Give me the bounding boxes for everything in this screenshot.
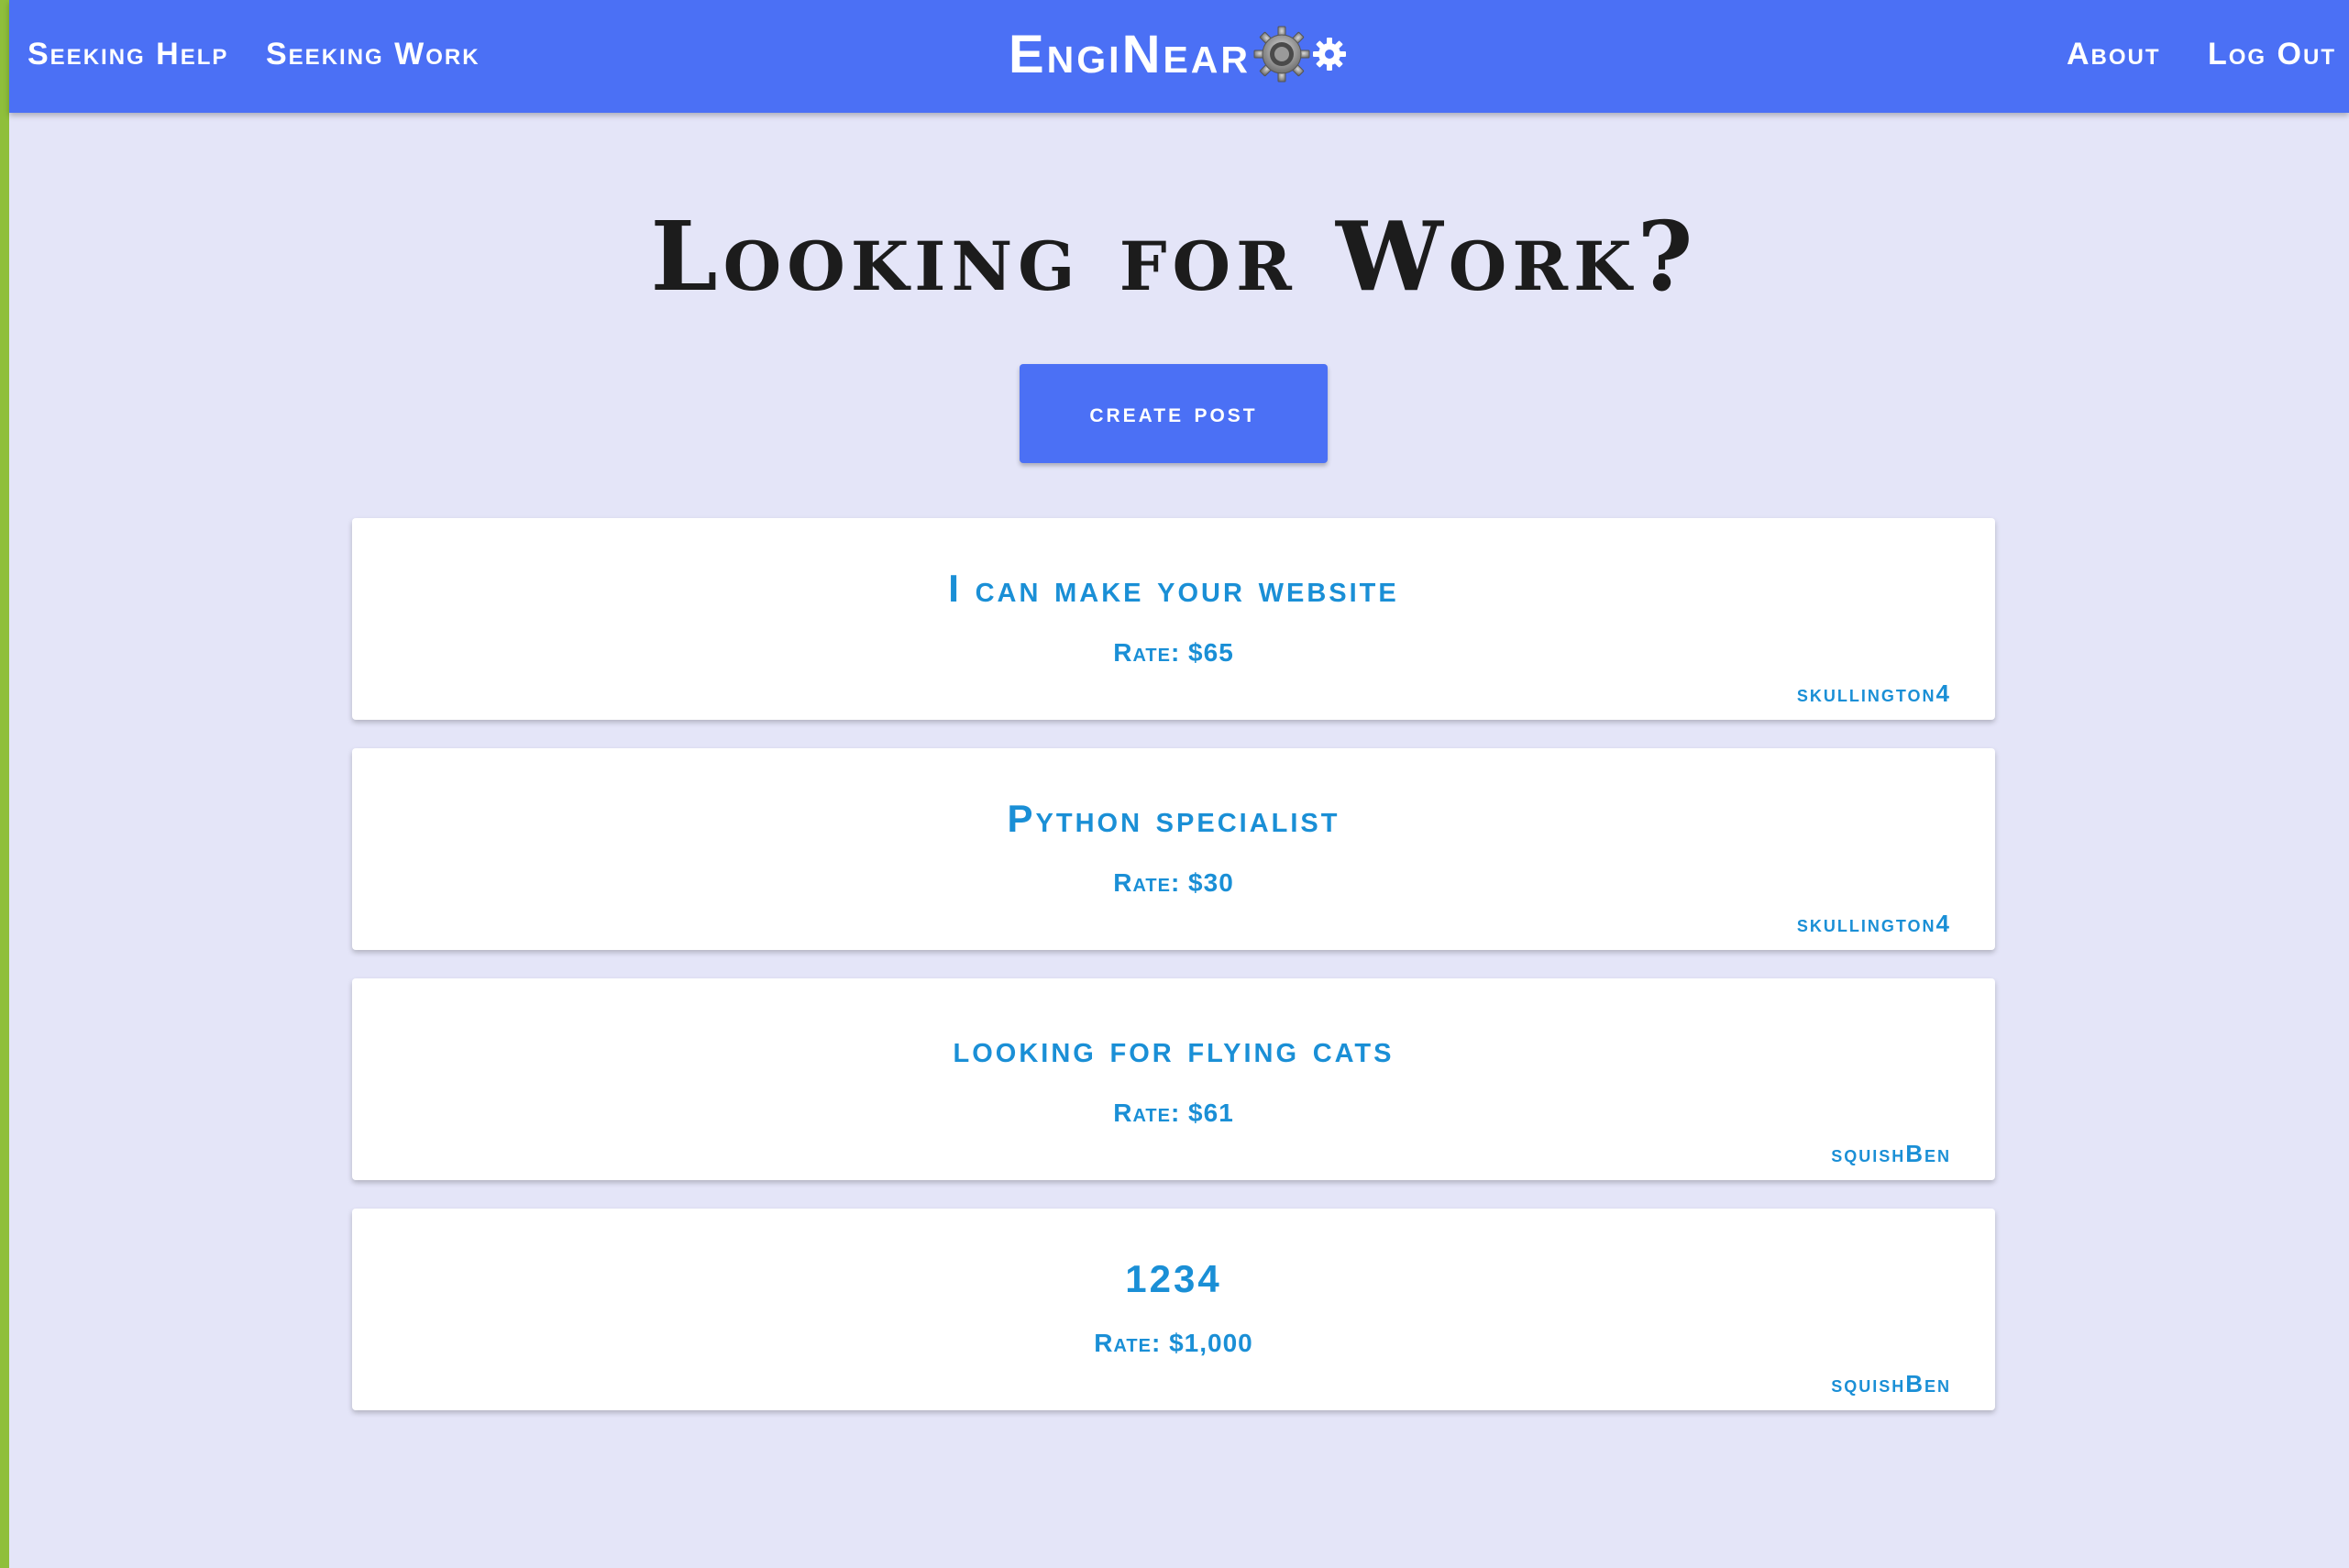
large-gear-icon	[1253, 26, 1310, 83]
post-title: Python specialist	[1007, 797, 1340, 840]
small-gear-icon	[1313, 38, 1347, 71]
post-rate: Rate: $30	[1113, 868, 1234, 897]
post-author: squishBen	[1831, 1140, 1951, 1167]
post-title: I can make your website	[948, 567, 1399, 610]
post-author: squishBen	[1831, 1370, 1951, 1397]
nav-link-about[interactable]: About	[2067, 0, 2161, 108]
brand-name: EngiNear	[1009, 24, 1252, 84]
nav-link-log-out[interactable]: Log Out	[2208, 0, 2336, 108]
post-card[interactable]: 1234 Rate: $1,000 squishBen	[352, 1209, 1995, 1410]
top-navbar: Seeking Help Seeking Work EngiNear About…	[9, 0, 2349, 113]
brand-gears	[1252, 25, 1348, 83]
create-post-button[interactable]: create post	[1020, 364, 1328, 463]
post-rate: Rate: $61	[1113, 1099, 1234, 1127]
post-card[interactable]: looking for flying cats Rate: $61 squish…	[352, 978, 1995, 1180]
nav-link-seeking-help[interactable]: Seeking Help	[28, 0, 228, 108]
post-author: skullington4	[1796, 679, 1951, 707]
post-rate: Rate: $1,000	[1094, 1329, 1253, 1357]
post-card[interactable]: I can make your website Rate: $65 skulli…	[352, 518, 1995, 720]
post-title: 1234	[1125, 1257, 1222, 1300]
post-title: looking for flying cats	[953, 1027, 1395, 1070]
nav-link-seeking-work[interactable]: Seeking Work	[266, 0, 480, 108]
brand-logo[interactable]: EngiNear	[1009, 0, 1348, 108]
post-rate: Rate: $65	[1113, 638, 1234, 667]
page-title: Looking for Work?	[650, 200, 1699, 313]
post-card[interactable]: Python specialist Rate: $30 skullington4	[352, 748, 1995, 950]
post-author: skullington4	[1796, 910, 1951, 937]
